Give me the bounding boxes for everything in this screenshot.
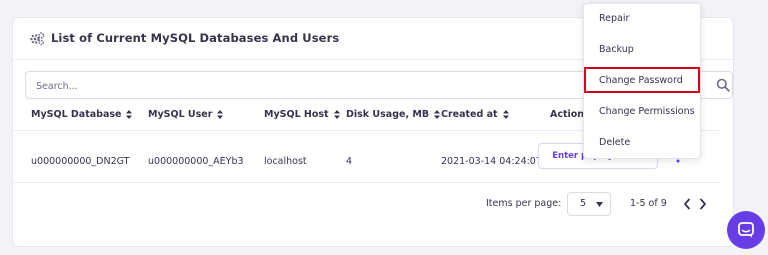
items-per-page-select[interactable]: 5: [567, 192, 611, 216]
column-header-label: MySQL User: [148, 109, 213, 120]
chevron-right-icon[interactable]: [699, 198, 707, 210]
pagination-range: 1-5 of 9: [630, 198, 667, 209]
column-header-disk-usage[interactable]: Disk Usage, MB: [346, 109, 441, 120]
sort-icon[interactable]: [502, 110, 509, 119]
sort-icon[interactable]: [126, 110, 133, 119]
card-title: List of Current MySQL Databases And User…: [51, 31, 340, 45]
caret-down-icon: [596, 202, 603, 207]
menu-item-delete[interactable]: Delete: [584, 129, 700, 157]
column-header-label: Disk Usage, MB: [346, 109, 430, 120]
chevron-left-icon[interactable]: [683, 198, 691, 210]
menu-item-change-password[interactable]: Change Password: [584, 67, 700, 93]
items-per-page-value: 5: [580, 198, 587, 209]
column-header-created-at[interactable]: Created at: [441, 109, 509, 120]
chat-icon: [738, 222, 754, 238]
actions-menu: Repair Backup Change Password Change Per…: [583, 3, 701, 159]
menu-item-change-permissions[interactable]: Change Permissions: [584, 98, 700, 126]
cell-user: u000000000_AEYb3: [148, 156, 244, 167]
column-header-label: MySQL Host: [264, 109, 329, 120]
column-header-label: MySQL Database: [31, 109, 122, 120]
column-header-database[interactable]: MySQL Database: [31, 109, 133, 120]
menu-item-repair[interactable]: Repair: [584, 5, 700, 33]
sort-icon[interactable]: [217, 110, 224, 119]
items-per-page-label: Items per page:: [486, 198, 562, 209]
menu-item-backup[interactable]: Backup: [584, 36, 700, 64]
row-divider: [12, 182, 720, 183]
search-input[interactable]: [34, 76, 588, 96]
search-icon[interactable]: [716, 78, 730, 92]
column-header-user[interactable]: MySQL User: [148, 109, 224, 120]
sort-icon[interactable]: [333, 110, 340, 119]
cell-host: localhost: [264, 156, 307, 167]
column-header-host[interactable]: MySQL Host: [264, 109, 340, 120]
column-header-label: Created at: [441, 109, 498, 120]
chat-button[interactable]: [727, 211, 765, 249]
cell-disk-usage: 4: [346, 156, 353, 167]
cell-database: u000000000_DN2GT: [31, 156, 130, 167]
gears-icon: [30, 32, 45, 46]
sort-icon[interactable]: [434, 110, 441, 119]
cell-created-at: 2021-03-14 04:24:07: [441, 156, 542, 167]
